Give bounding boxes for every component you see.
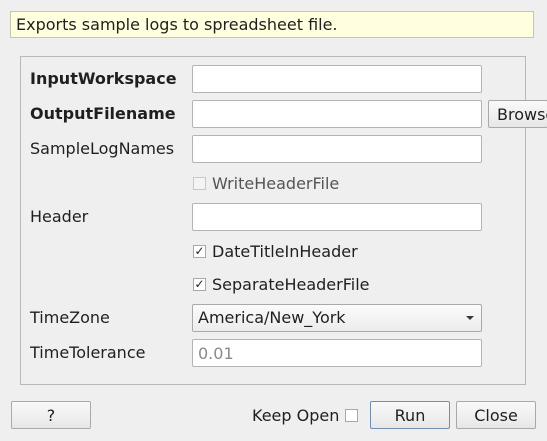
output-filename-label: OutputFilename (30, 104, 176, 123)
browse-button[interactable]: Browse (488, 100, 547, 128)
sample-log-names-label: SampleLogNames (30, 139, 175, 158)
time-zone-select[interactable]: America/New_York (192, 304, 482, 332)
input-workspace-label: InputWorkspace (30, 69, 177, 88)
time-tolerance-label: TimeTolerance (30, 343, 146, 362)
write-header-file-box[interactable] (193, 176, 206, 190)
checkmark-icon[interactable]: ✓ (193, 244, 206, 258)
algorithm-description: Exports sample logs to spreadsheet file. (10, 11, 534, 38)
dropdown-arrow-icon[interactable] (466, 316, 474, 320)
time-zone-selected-value: America/New_York (198, 308, 346, 327)
keep-open-checkbox[interactable]: Keep Open (252, 403, 359, 427)
input-workspace-field[interactable] (192, 65, 482, 93)
output-filename-field[interactable] (192, 100, 482, 128)
time-zone-label: TimeZone (30, 308, 110, 327)
separate-header-file-label: SeparateHeaderFile (212, 274, 370, 294)
keep-open-box[interactable] (345, 408, 359, 422)
header-field[interactable] (192, 203, 482, 231)
date-title-in-header-label: DateTitleInHeader (212, 241, 358, 261)
help-button[interactable]: ? (11, 401, 91, 429)
sample-log-names-field[interactable] (192, 135, 482, 163)
date-title-in-header-checkbox[interactable]: ✓ DateTitleInHeader (193, 239, 358, 263)
write-header-file-label: WriteHeaderFile (212, 173, 340, 193)
header-label: Header (30, 207, 89, 226)
separate-header-file-checkbox[interactable]: ✓ SeparateHeaderFile (193, 272, 370, 296)
checkmark-icon[interactable]: ✓ (193, 277, 206, 291)
write-header-file-checkbox[interactable]: WriteHeaderFile (193, 171, 339, 195)
run-button[interactable]: Run (370, 401, 450, 429)
keep-open-label: Keep Open (252, 405, 340, 425)
close-button[interactable]: Close (456, 401, 536, 429)
time-tolerance-field[interactable] (192, 339, 482, 367)
